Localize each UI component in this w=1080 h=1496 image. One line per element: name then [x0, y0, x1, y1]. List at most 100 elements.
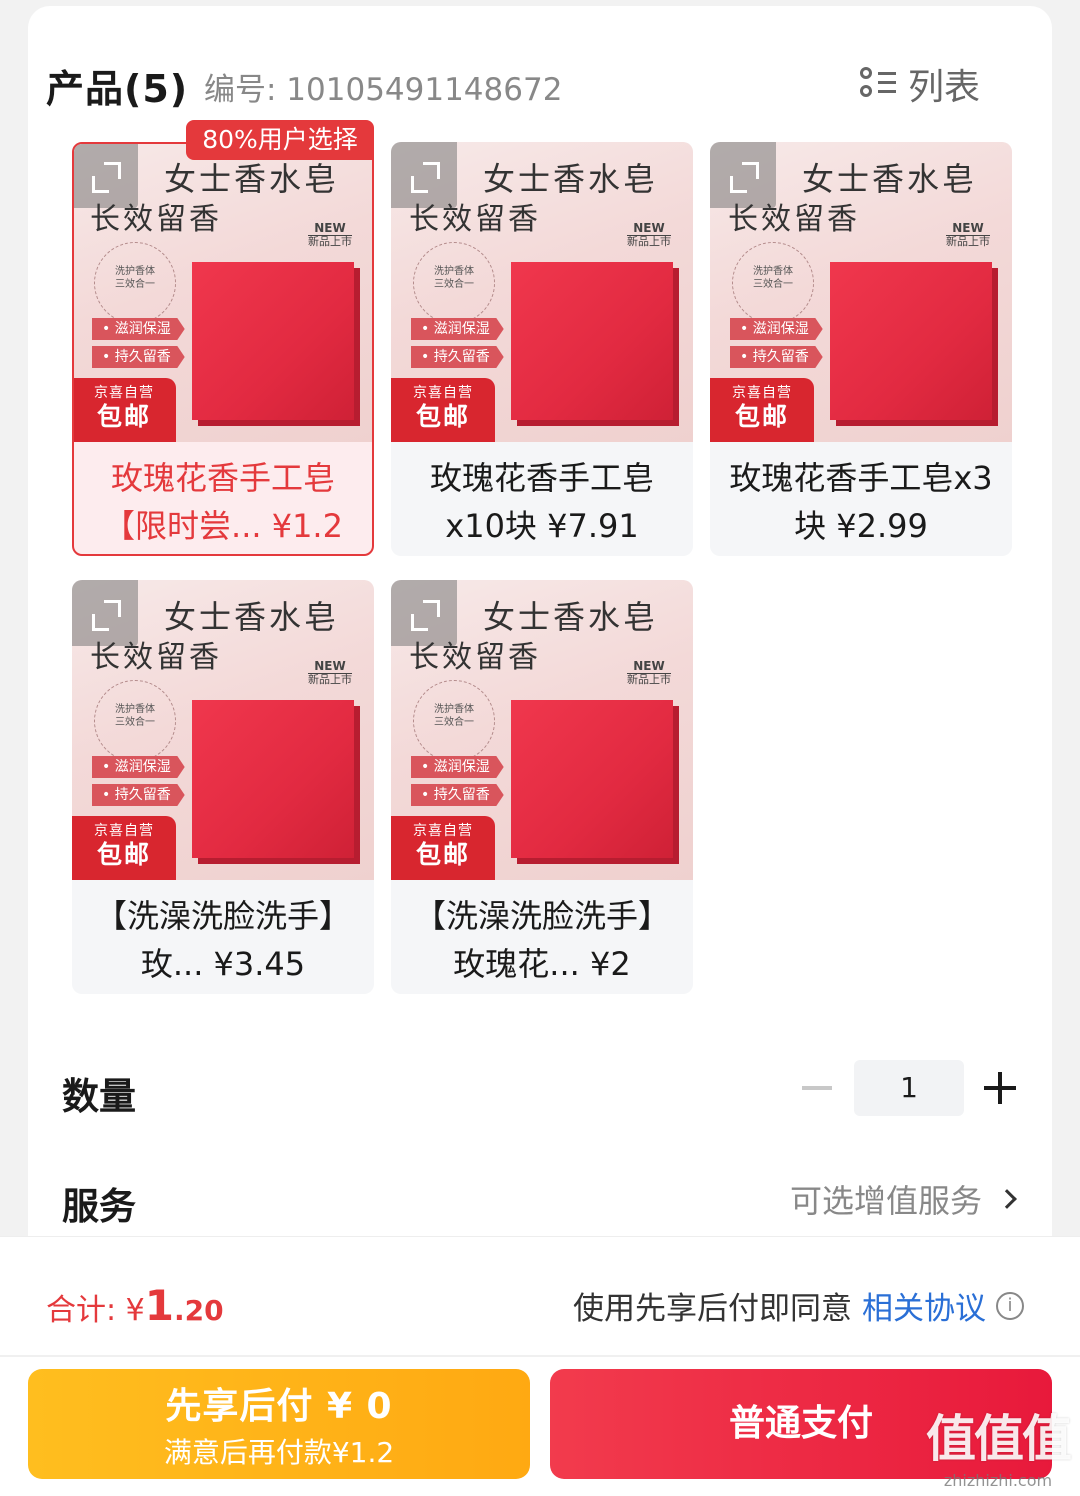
feature-circle: 洗护香体 三效合一	[94, 242, 176, 324]
feature-pill-1: 滋润保湿	[92, 756, 185, 778]
product-name-line2: 玫瑰花... ¥2	[453, 945, 631, 983]
feature-pill-2: 持久留香	[411, 784, 504, 806]
product-card[interactable]: 女士香水皂 长效留香 NEW新品上市 洗护香体三效合一 滋润保湿 持久留香 京喜…	[72, 142, 374, 556]
soap-image	[192, 262, 354, 420]
new-tag-sub: 新品上市	[308, 673, 352, 687]
free-shipping-badge: 京喜自营 包邮	[391, 816, 495, 880]
badge-line1: 京喜自营	[732, 385, 792, 401]
quantity-decrease-button[interactable]	[802, 1086, 832, 1090]
product-count-title: 产品(5)	[46, 67, 189, 111]
circle-line2: 三效合一	[115, 279, 155, 290]
circle-line2: 三效合一	[434, 279, 474, 290]
free-shipping-badge: 京喜自营 包邮	[391, 378, 495, 442]
badge-line1: 京喜自营	[94, 385, 154, 401]
feature-circle: 洗护香体 三效合一	[732, 242, 814, 324]
list-view-toggle[interactable]: 列表	[859, 58, 980, 110]
product-image: 女士香水皂 长效留香 NEW新品上市 洗护香体三效合一 滋润保湿 持久留香 京喜…	[391, 142, 693, 442]
product-option-label: 【洗澡洗脸洗手】 玫... ¥3.45	[72, 884, 374, 994]
feature-circle: 洗护香体 三效合一	[413, 680, 495, 762]
watermark-logo: 值值值 zhizhizhi.com	[926, 1399, 1072, 1490]
soap-image	[511, 262, 673, 420]
feature-pill-1: 滋润保湿	[92, 318, 185, 340]
value-added-service-selector[interactable]: 可选增值服务	[789, 1176, 1017, 1222]
feature-pill-1: 滋润保湿	[411, 756, 504, 778]
product-option-label: 玫瑰花香手工皂 x10块 ¥7.91	[391, 446, 693, 556]
product-option-label: 【洗澡洗脸洗手】 玫瑰花... ¥2	[391, 884, 693, 994]
feature-pill-2: 持久留香	[92, 346, 185, 368]
feature-pill-1: 滋润保湿	[730, 318, 823, 340]
total-price: 合计: ¥1.20	[46, 1281, 224, 1330]
circle-line1: 洗护香体	[434, 704, 474, 715]
total-int: 1	[144, 1281, 174, 1330]
badge-line1: 京喜自营	[94, 823, 154, 839]
circle-line2: 三效合一	[753, 279, 793, 290]
product-card[interactable]: 女士香水皂 长效留香 NEW新品上市 洗护香体三效合一 滋润保湿 持久留香 京喜…	[710, 142, 1012, 556]
checkout-footer: 合计: ¥1.20 使用先享后付即同意 相关协议 i 先享后付 ¥ 0 满意后再付…	[0, 1236, 1080, 1496]
new-tag-sub: 新品上市	[627, 235, 671, 249]
chevron-right-icon	[997, 1189, 1017, 1209]
free-shipping-badge: 京喜自营 包邮	[72, 816, 176, 880]
quantity-increase-button[interactable]	[984, 1072, 1016, 1104]
badge-line2: 包邮	[415, 840, 470, 869]
pay-later-button[interactable]: 先享后付 ¥ 0 满意后再付款¥1.2	[28, 1369, 530, 1479]
image-title-line2: 长效留香	[728, 202, 860, 237]
total-prefix: 合计: ¥	[46, 1293, 145, 1328]
new-tag: NEW 新品上市	[627, 221, 671, 249]
product-card[interactable]: 女士香水皂 长效留香 NEW新品上市 洗护香体三效合一 滋润保湿 持久留香 京喜…	[391, 580, 693, 994]
soap-image	[511, 700, 673, 858]
free-shipping-badge: 京喜自营 包邮	[710, 378, 814, 442]
new-tag-sub: 新品上市	[627, 673, 671, 687]
product-card[interactable]: 女士香水皂 长效留香 NEW新品上市 洗护香体三效合一 滋润保湿 持久留香 京喜…	[72, 580, 374, 994]
footer-divider	[0, 1355, 1080, 1357]
watermark-main: 值值值	[926, 1410, 1072, 1468]
image-title-line2: 长效留香	[409, 640, 541, 675]
circle-line1: 洗护香体	[115, 266, 155, 277]
list-view-icon	[859, 66, 896, 102]
product-name-line1: 玫瑰花香手工皂	[429, 459, 654, 497]
agreement-text: 使用先享后付即同意	[573, 1291, 852, 1327]
soap-image	[830, 262, 992, 420]
badge-line1: 京喜自营	[413, 823, 473, 839]
image-title-line2: 长效留香	[409, 202, 541, 237]
circle-line1: 洗护香体	[434, 266, 474, 277]
product-name-line1: 【洗澡洗脸洗手】	[94, 897, 351, 935]
badge-line2: 包邮	[415, 402, 470, 431]
quantity-input[interactable]: 1	[854, 1060, 964, 1116]
service-hint: 可选增值服务	[789, 1182, 982, 1220]
product-name-line1: 【洗澡洗脸洗手】	[413, 897, 670, 935]
product-name-line2: 【限时尝... ¥1.2	[103, 507, 343, 545]
list-view-label: 列表	[907, 67, 980, 108]
feature-circle: 洗护香体 三效合一	[413, 242, 495, 324]
product-option-label: 玫瑰花香手工皂 【限时尝... ¥1.2	[74, 446, 372, 554]
badge-line1: 京喜自营	[413, 385, 473, 401]
normal-pay-label: 普通支付	[728, 1403, 873, 1444]
feature-pill-2: 持久留香	[730, 346, 823, 368]
pay-later-main-label: 先享后付 ¥ 0	[165, 1386, 393, 1427]
product-card[interactable]: 女士香水皂 长效留香 NEW新品上市 洗护香体三效合一 滋润保湿 持久留香 京喜…	[391, 142, 693, 556]
image-title-line2: 长效留香	[90, 640, 222, 675]
pay-later-sub-label: 满意后再付款¥1.2	[163, 1436, 395, 1469]
new-tag-sub: 新品上市	[308, 235, 352, 249]
agreement-notice: 使用先享后付即同意 相关协议 i	[573, 1283, 1024, 1328]
info-icon[interactable]: i	[996, 1291, 1024, 1320]
product-image: 女士香水皂 长效留香 NEW新品上市 洗护香体三效合一 滋润保湿 持久留香 京喜…	[72, 580, 374, 880]
product-name-line2: 块 ¥2.99	[794, 507, 928, 545]
feature-pill-2: 持久留香	[411, 346, 504, 368]
popular-choice-tag: 80%用户选择	[186, 120, 374, 160]
circle-line2: 三效合一	[434, 717, 474, 728]
soap-image	[192, 700, 354, 858]
product-image: 女士香水皂 长效留香 NEW新品上市 洗护香体三效合一 滋润保湿 持久留香 京喜…	[710, 142, 1012, 442]
badge-line2: 包邮	[96, 840, 151, 869]
new-tag-sub: 新品上市	[946, 235, 990, 249]
watermark-url: zhizhizhi.com	[943, 1471, 1053, 1490]
product-image: 女士香水皂 长效留香 NEW新品上市 洗护香体三效合一 滋润保湿 持久留香 京喜…	[74, 144, 372, 442]
circle-line1: 洗护香体	[753, 266, 793, 277]
quantity-label: 数量	[62, 1075, 136, 1118]
new-tag: NEW 新品上市	[308, 659, 352, 687]
feature-pill-1: 滋润保湿	[411, 318, 504, 340]
new-tag: NEW 新品上市	[627, 659, 671, 687]
circle-line2: 三效合一	[115, 717, 155, 728]
product-image: 女士香水皂 长效留香 NEW新品上市 洗护香体三效合一 滋润保湿 持久留香 京喜…	[391, 580, 693, 880]
agreement-link[interactable]: 相关协议	[862, 1283, 986, 1328]
feature-pill-2: 持久留香	[92, 784, 185, 806]
